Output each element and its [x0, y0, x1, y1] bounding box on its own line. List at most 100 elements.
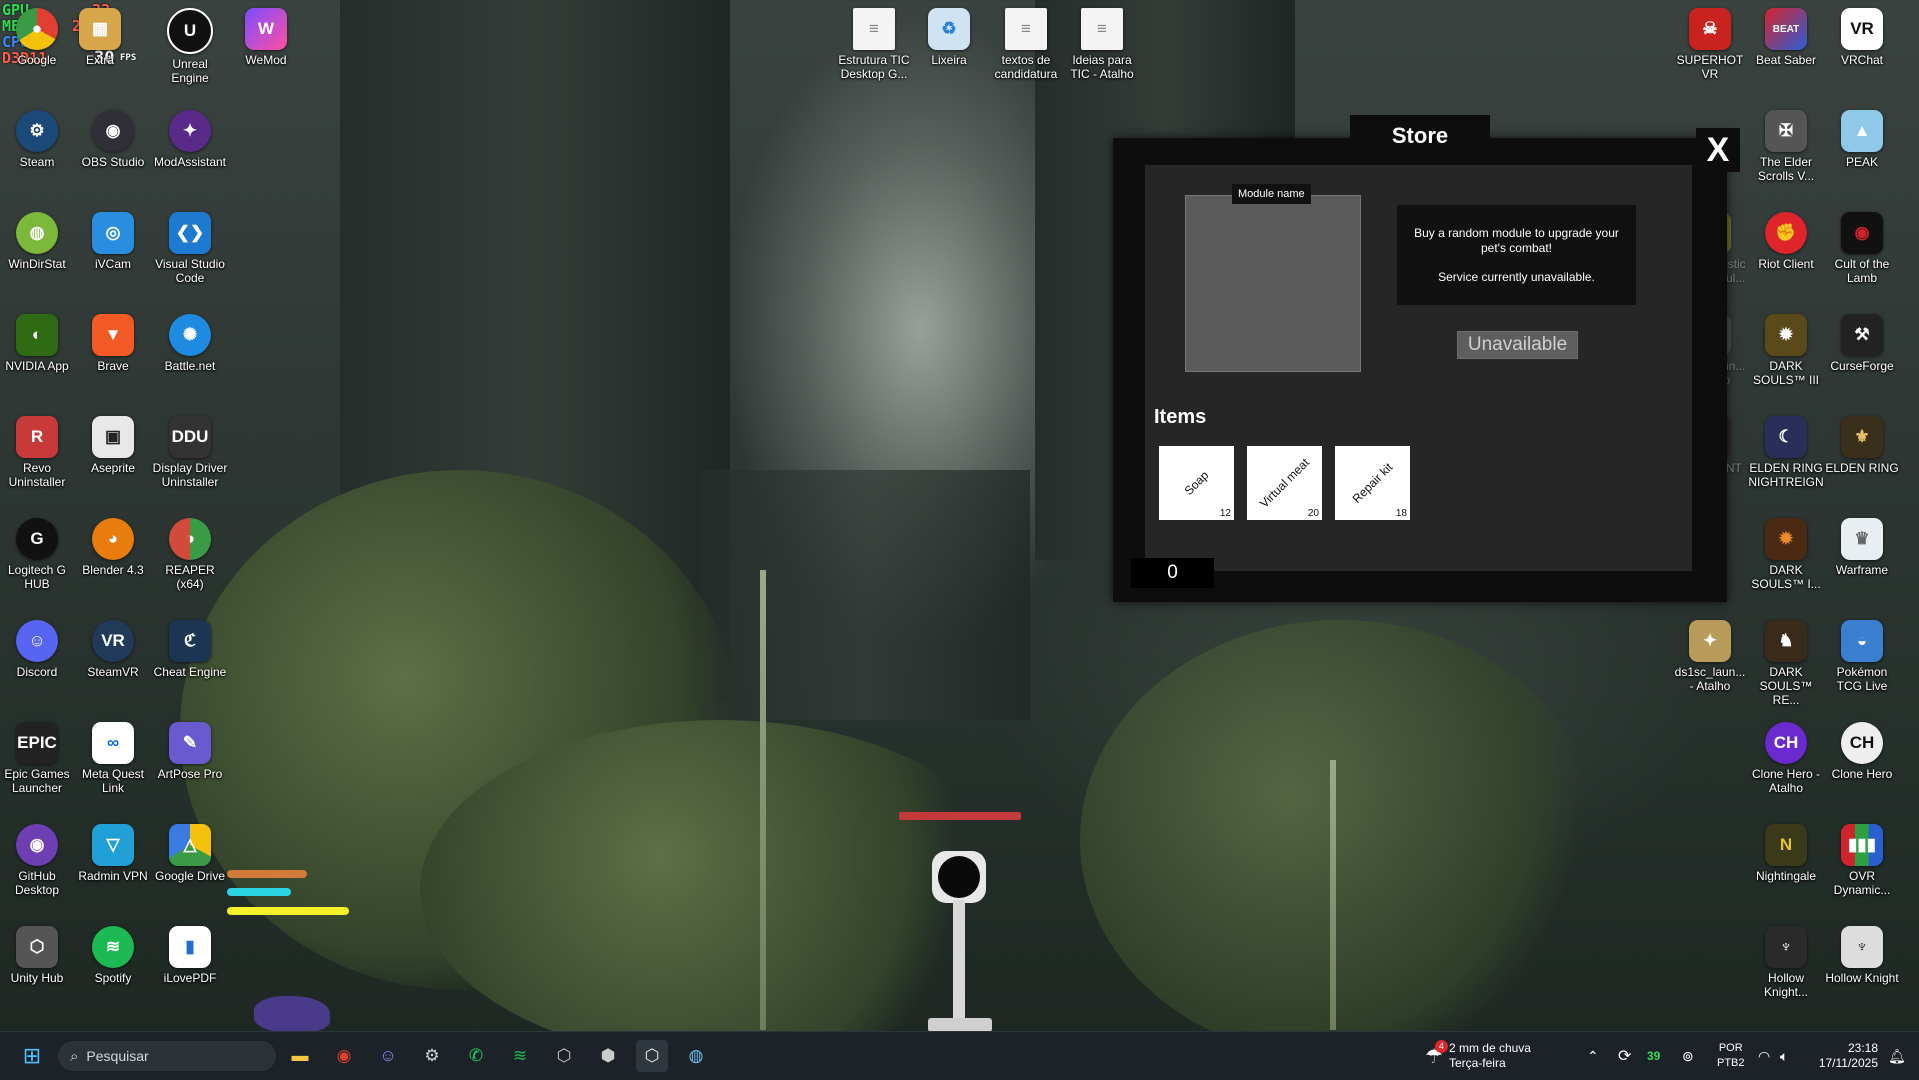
- tray-counter[interactable]: 39: [1647, 1032, 1660, 1080]
- item-card-soap[interactable]: Soap 12: [1159, 446, 1234, 520]
- desktop-icon-nightingale[interactable]: N Nightingale: [1748, 824, 1824, 883]
- desktop-icon-peak[interactable]: ▲ PEAK: [1824, 110, 1900, 169]
- discord-taskbar-icon[interactable]: ☺: [372, 1040, 404, 1072]
- steam-taskbar-icon[interactable]: ⚙: [416, 1040, 448, 1072]
- desktop-icon-ilovepdf[interactable]: ▮ iLovePDF: [152, 926, 228, 985]
- desktop-icon-radmin[interactable]: ▽ Radmin VPN: [75, 824, 151, 883]
- file-explorer-icon[interactable]: ▬: [284, 1040, 316, 1072]
- desktop-icon-ds1sc[interactable]: ✦ ds1sc_laun... - Atalho: [1672, 620, 1748, 693]
- desktop-icon-obs[interactable]: ◉ OBS Studio: [75, 110, 151, 169]
- desktop-icon-warframe[interactable]: ♛ Warframe: [1824, 518, 1900, 577]
- desktop-icon-steamvr[interactable]: VR SteamVR: [75, 620, 151, 679]
- close-button[interactable]: X: [1696, 128, 1740, 172]
- tray-chevron-up-icon[interactable]: ⌃: [1587, 1032, 1599, 1080]
- desktop-icon-battlenet[interactable]: ✺ Battle.net: [152, 314, 228, 373]
- desktop-icon-lixeira[interactable]: ♻ Lixeira: [911, 8, 987, 67]
- desktop-icon-spotify[interactable]: ≋ Spotify: [75, 926, 151, 985]
- desktop-icon-eldenring[interactable]: ⚜ ELDEN RING: [1824, 416, 1900, 475]
- desktop-icon-hollowknight2[interactable]: ♆ Hollow Knight...: [1748, 926, 1824, 999]
- notification-bell-icon[interactable]: 🔔︎: [1888, 1032, 1906, 1080]
- desktop-icon-curseforge[interactable]: ⚒ CurseForge: [1824, 314, 1900, 373]
- desktop-icon-windirstat[interactable]: ◍ WinDirStat: [0, 212, 75, 271]
- clock[interactable]: 23:18 17/11/2025: [1814, 1032, 1878, 1080]
- desktop-icon-hollowknight[interactable]: ♆ Hollow Knight: [1824, 926, 1900, 985]
- start-button[interactable]: ⊞: [16, 1040, 48, 1072]
- language-indicator[interactable]: POR PTB2: [1717, 1032, 1745, 1080]
- desktop-icon-steam[interactable]: ⚙ Steam: [0, 110, 75, 169]
- desktop-icon-nightreign[interactable]: ☾ ELDEN RING NIGHTREIGN: [1748, 416, 1824, 489]
- desktop-icon-pokemon[interactable]: ◒ Pokémon TCG Live: [1824, 620, 1900, 693]
- desktop-icon-beatsaber[interactable]: BEAT Beat Saber: [1748, 8, 1824, 67]
- sync-icon[interactable]: ⟳: [1618, 1032, 1631, 1080]
- warframe-icon: ♛: [1841, 518, 1883, 560]
- search-box[interactable]: ⌕ Pesquisar: [58, 1041, 276, 1071]
- desktop-icon-modassistant[interactable]: ✦ ModAssistant: [152, 110, 228, 169]
- desktop-icon-cheatengine[interactable]: ℭ Cheat Engine: [152, 620, 228, 679]
- desktop-icon-wemod[interactable]: W WeMod: [228, 8, 304, 67]
- whatsapp-taskbar-icon[interactable]: ✆: [460, 1040, 492, 1072]
- weather-text: 2 mm de chuva: [1448, 1041, 1531, 1055]
- desktop-icon-nvidia[interactable]: ◐ NVIDIA App: [0, 314, 75, 373]
- spotify-taskbar-icon[interactable]: ≋: [504, 1040, 536, 1072]
- desktop-icon-textos[interactable]: ≡ textos de candidatura: [988, 8, 1064, 81]
- unity-game-taskbar-icon[interactable]: ⬡: [636, 1040, 668, 1072]
- desktop-icon-logitech[interactable]: G Logitech G HUB: [0, 518, 75, 591]
- steam-icon: ⚙: [16, 110, 58, 152]
- desktop-icon-revo[interactable]: R Revo Uninstaller: [0, 416, 75, 489]
- desktop-icon-clonehero-atalho[interactable]: CH Clone Hero - Atalho: [1748, 722, 1824, 795]
- desktop-icon-blender[interactable]: ◕ Blender 4.3: [75, 518, 151, 577]
- desktop-icon-superhot[interactable]: ☠ SUPERHOT VR: [1672, 8, 1748, 81]
- desktop-icon-clonehero[interactable]: CH Clone Hero: [1824, 722, 1900, 781]
- icon-label: GitHub Desktop: [14, 869, 60, 897]
- module-description: Buy a random module to upgrade your pet'…: [1397, 205, 1636, 305]
- desktop-icon-artpose[interactable]: ✎ ArtPose Pro: [152, 722, 228, 781]
- desktop-icon-ovr[interactable]: ▮▮▮ OVR Dynamic...: [1824, 824, 1900, 897]
- globe-taskbar-icon[interactable]: ◍: [680, 1040, 712, 1072]
- desktop-icon-darksouls3[interactable]: ✹ DARK SOULS™ III: [1748, 314, 1824, 387]
- desktop-icon-ideias[interactable]: ≡ Ideias para TIC - Atalho: [1064, 8, 1140, 81]
- icon-label: Warframe: [1835, 563, 1889, 577]
- unity-taskbar-icon[interactable]: ⬡: [548, 1040, 580, 1072]
- desktop-icon-aseprite[interactable]: ▣ Aseprite: [75, 416, 151, 475]
- desktop-icon-cult[interactable]: ◉ Cult of the Lamb: [1824, 212, 1900, 285]
- desktop-icon-elderscrolls[interactable]: ✠ The Elder Scrolls V...: [1748, 110, 1824, 183]
- desktop-icon-ivcam[interactable]: ◎ iVCam: [75, 212, 151, 271]
- desktop-icon-github[interactable]: ◉ GitHub Desktop: [0, 824, 75, 897]
- icon-label: OBS Studio: [81, 155, 145, 169]
- shortcut-icon: ✦: [1689, 620, 1731, 662]
- skyrim-icon: ✠: [1765, 110, 1807, 152]
- chrome-icon: ●: [16, 8, 58, 50]
- volume-icon[interactable]: 🔈︎: [1780, 1032, 1788, 1080]
- icon-label: Clone Hero - Atalho: [1751, 767, 1821, 795]
- desktop-icon-metaquest[interactable]: ∞ Meta Quest Link: [75, 722, 151, 795]
- desktop-icon-vrchat[interactable]: VR VRChat: [1824, 8, 1900, 67]
- desktop-icon-reaper[interactable]: ◑ REAPER (x64): [152, 518, 228, 591]
- desktop-icon-vscode[interactable]: ❮❯ Visual Studio Code: [152, 212, 228, 285]
- desktop-icon-epic[interactable]: EPIC Epic Games Launcher: [0, 722, 75, 795]
- unity-editor-taskbar-icon[interactable]: ⬢: [592, 1040, 624, 1072]
- pet-creature[interactable]: [254, 996, 330, 1032]
- desktop-icon-darksouls2[interactable]: ✹ DARK SOULS™ I...: [1748, 518, 1824, 591]
- desktop-icon-unityhub[interactable]: ⬡ Unity Hub: [0, 926, 75, 985]
- ilovepdf-icon: ▮: [169, 926, 211, 968]
- icon-label: ModAssistant: [153, 155, 227, 169]
- desktop-icon-darksoulsre[interactable]: ♞ DARK SOULS™ RE...: [1748, 620, 1824, 707]
- desktop-icon-discord[interactable]: ☺ Discord: [0, 620, 75, 679]
- item-card-repair-kit[interactable]: Repair kit 18: [1335, 446, 1410, 520]
- desktop-icon-brave[interactable]: ▼ Brave: [75, 314, 151, 373]
- desktop-icon-ddu[interactable]: DDU Display Driver Uninstaller: [152, 416, 228, 489]
- desktop-icon-extra[interactable]: ▦ Extra: [62, 8, 138, 67]
- cult-icon: ◉: [1841, 212, 1883, 254]
- desktop-icon-unreal[interactable]: U Unreal Engine: [152, 8, 228, 85]
- vpn-icon[interactable]: ⊚: [1682, 1032, 1694, 1080]
- chrome-taskbar-icon[interactable]: ◉: [328, 1040, 360, 1072]
- training-dummy[interactable]: [932, 851, 986, 903]
- icon-label: SUPERHOT VR: [1676, 53, 1744, 81]
- wifi-icon[interactable]: ◠: [1758, 1032, 1770, 1080]
- desktop-icon-riot[interactable]: ✊ Riot Client: [1748, 212, 1824, 271]
- desktop-icon-estrutura[interactable]: ≡ Estrutura TIC Desktop G...: [836, 8, 912, 81]
- desktop-icon-gdrive[interactable]: △ Google Drive: [152, 824, 228, 883]
- buy-module-button[interactable]: Unavailable: [1457, 331, 1578, 359]
- weather-widget[interactable]: ☂ 4 2 mm de chuva Terça-feira: [1425, 1032, 1531, 1080]
- item-card-virtual-meat[interactable]: Virtual meat 20: [1247, 446, 1322, 520]
